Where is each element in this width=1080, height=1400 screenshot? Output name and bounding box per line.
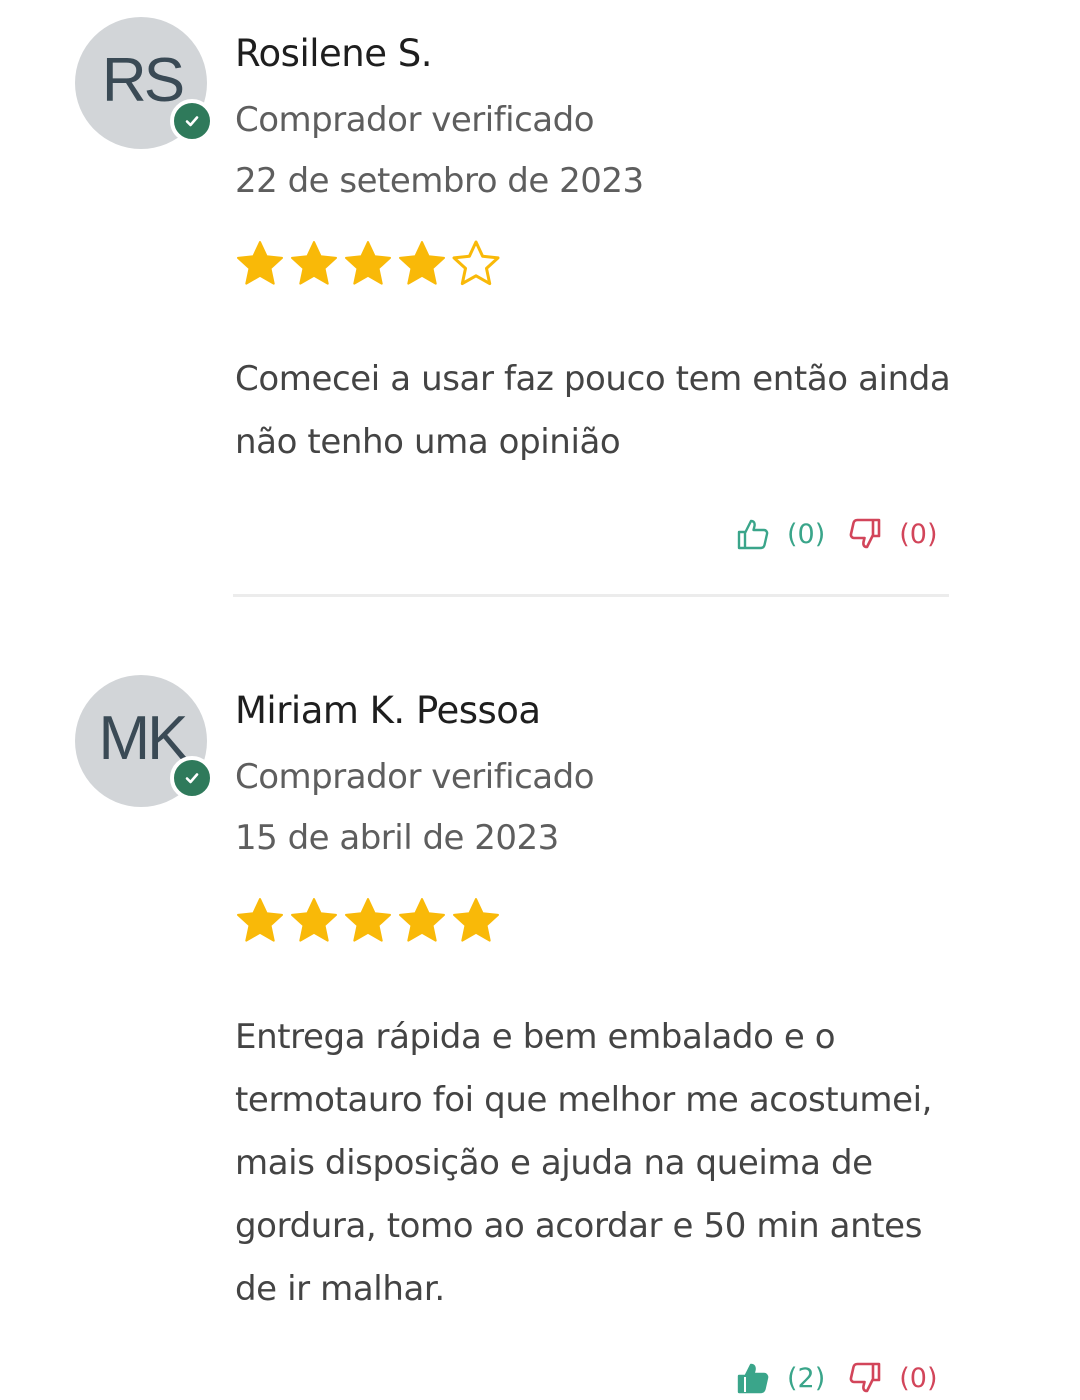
helpful-button[interactable]: (2) — [735, 1360, 825, 1396]
star-filled-icon — [399, 241, 445, 285]
star-outline-icon — [452, 240, 500, 286]
helpful-count: (0) — [787, 518, 826, 550]
star-rating — [234, 238, 502, 290]
review-date: 22 de setembro de 2023 — [235, 161, 644, 201]
review-date: 15 de abril de 2023 — [235, 818, 559, 858]
thumbs-up-icon — [735, 1360, 771, 1396]
star-filled-icon — [399, 898, 445, 942]
thumbs-up-icon — [735, 516, 771, 552]
vote-controls: (0) (0) — [735, 512, 938, 556]
helpful-button[interactable]: (0) — [735, 516, 825, 552]
star-filled-icon — [345, 241, 391, 285]
verified-buyer-label: Comprador verificado — [235, 757, 595, 797]
star-filled-icon — [291, 241, 337, 285]
helpful-count: (2) — [787, 1362, 826, 1394]
star-filled-icon — [237, 898, 283, 942]
not-helpful-count: (0) — [899, 1362, 938, 1394]
review-text: Entrega rápida e bem embalado e o termot… — [235, 1017, 933, 1309]
star-filled-icon — [345, 898, 391, 942]
review-text: Comecei a usar faz pouco tem então ainda… — [235, 359, 951, 462]
verified-check-icon — [170, 756, 214, 800]
star-rating — [234, 895, 502, 947]
not-helpful-button[interactable]: (0) — [847, 1360, 938, 1396]
not-helpful-count: (0) — [899, 518, 938, 550]
thumbs-down-icon — [847, 516, 883, 552]
thumbs-down-icon — [847, 1360, 883, 1396]
verified-check-icon — [170, 99, 214, 143]
reviewer-name: Rosilene S. — [235, 32, 433, 75]
review-divider — [233, 594, 949, 597]
not-helpful-button[interactable]: (0) — [847, 516, 938, 552]
reviewer-name: Miriam K. Pessoa — [235, 689, 541, 732]
verified-buyer-label: Comprador verificado — [235, 100, 595, 140]
star-filled-icon — [237, 241, 283, 285]
star-filled-icon — [291, 898, 337, 942]
star-filled-icon — [453, 898, 499, 942]
vote-controls: (2) (0) — [735, 1356, 938, 1400]
